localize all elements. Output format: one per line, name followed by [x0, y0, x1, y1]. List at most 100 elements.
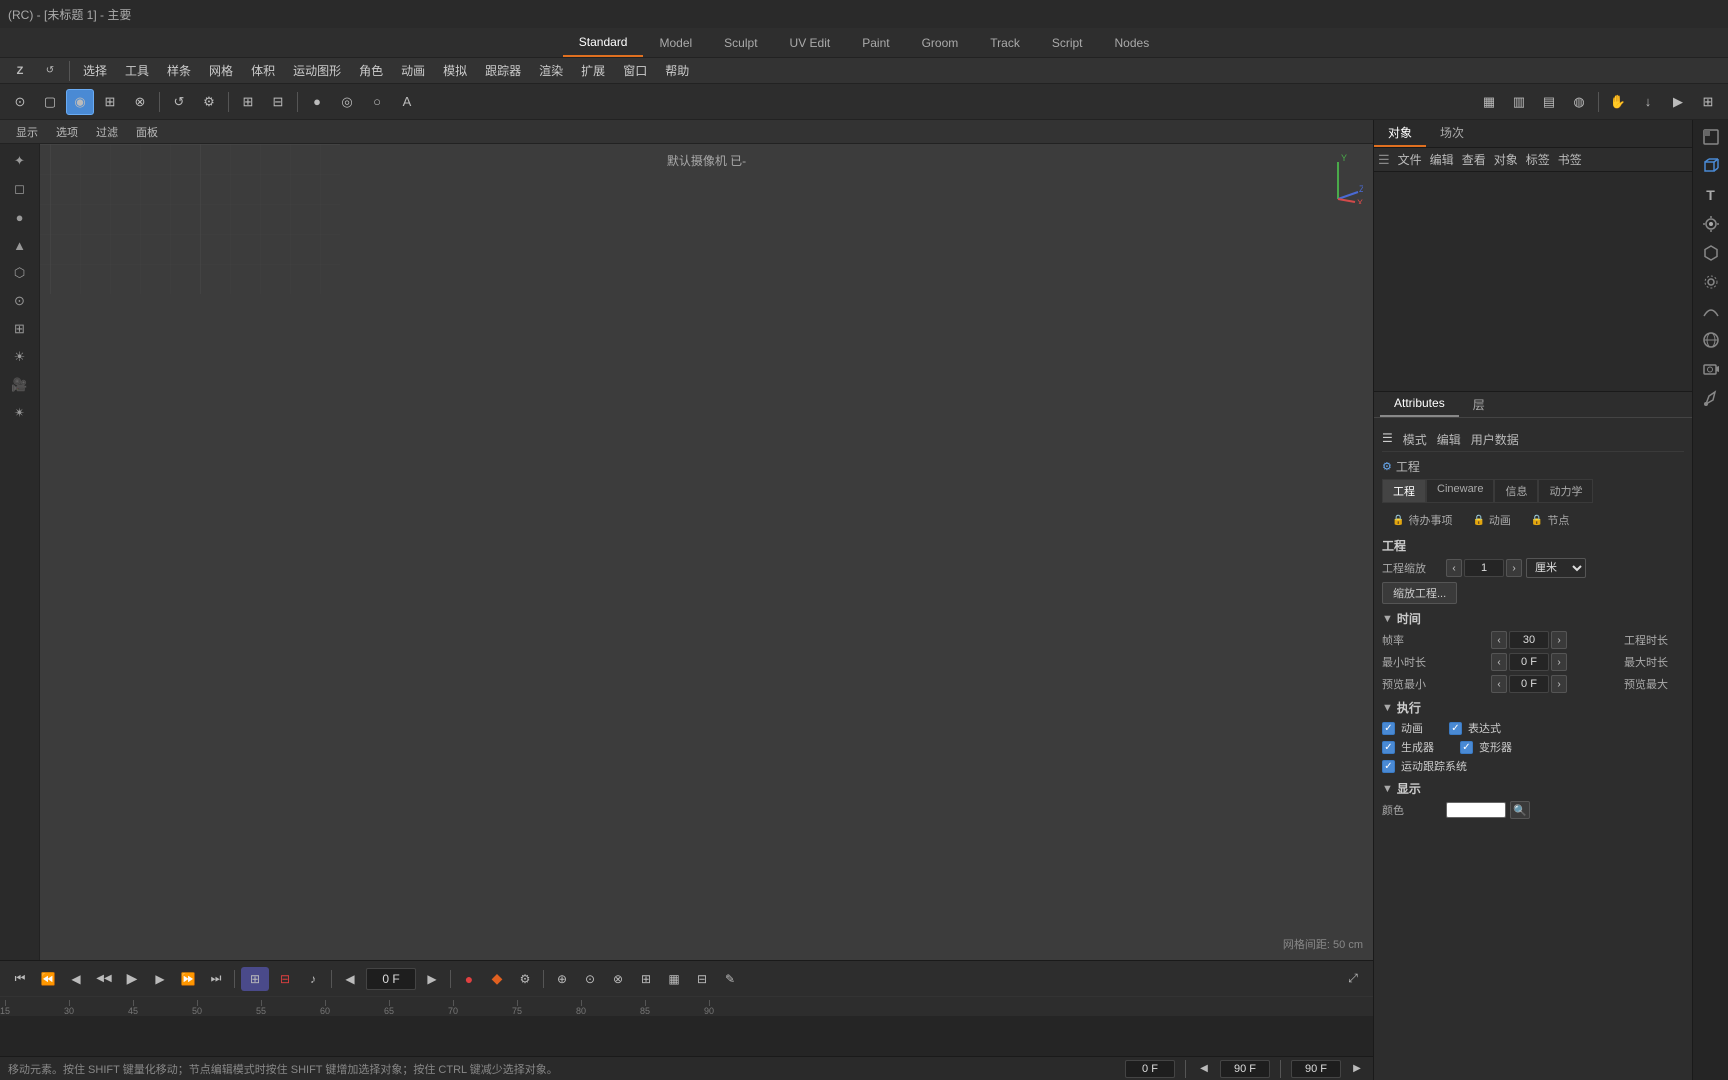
- left-icon-hex[interactable]: ⬡: [5, 260, 35, 286]
- left-icon-sun[interactable]: ☀: [5, 344, 35, 370]
- transport-btn7[interactable]: ⊗: [606, 967, 630, 991]
- tab-layer[interactable]: 层: [1459, 392, 1499, 417]
- tool-dot[interactable]: ●: [303, 89, 331, 115]
- strip-hex-icon[interactable]: [1698, 240, 1724, 266]
- menu-render[interactable]: 渲染: [531, 59, 571, 82]
- right-menu-file[interactable]: 文件: [1398, 151, 1422, 168]
- project-scale-value[interactable]: 1: [1464, 559, 1504, 577]
- left-icon-grid[interactable]: ⊞: [5, 316, 35, 342]
- menu-tracker[interactable]: 跟踪器: [477, 59, 529, 82]
- tab-script[interactable]: Script: [1036, 30, 1099, 56]
- tab-model[interactable]: Model: [643, 30, 708, 56]
- right-scrollable[interactable]: ☰ 模式 编辑 用户数据 ⚙ 工程 工程 Cineware 信息: [1374, 422, 1692, 1080]
- transport-frame-next-arrow[interactable]: ▶: [420, 967, 444, 991]
- viewport[interactable]: 默认摄像机 已- Y Z X: [40, 144, 1373, 960]
- frame-end-prev[interactable]: ◀: [1196, 1061, 1212, 1077]
- strip-light-icon[interactable]: [1698, 211, 1724, 237]
- transport-key1[interactable]: ●: [457, 967, 481, 991]
- frame-end-display[interactable]: 90 F: [1220, 1060, 1270, 1078]
- tool-circle[interactable]: ○: [363, 89, 391, 115]
- tool-scale2[interactable]: ⚙: [195, 89, 223, 115]
- transport-to-end[interactable]: ⏭: [204, 967, 228, 991]
- left-icon-select[interactable]: ✦: [5, 148, 35, 174]
- inner-tab-cineware[interactable]: Cineware: [1426, 479, 1494, 503]
- strip-curve-icon[interactable]: [1698, 298, 1724, 324]
- view-opt-panel[interactable]: 面板: [128, 122, 166, 142]
- menu-simulate[interactable]: 模拟: [435, 59, 475, 82]
- transport-edit[interactable]: ✎: [718, 967, 742, 991]
- tab-scene[interactable]: 场次: [1426, 120, 1478, 147]
- left-icon-light[interactable]: ⊙: [5, 288, 35, 314]
- color-eyedrop[interactable]: 🔍: [1510, 801, 1530, 819]
- left-icon-camera[interactable]: 🎥: [5, 372, 35, 398]
- toolbar-play[interactable]: ▶: [1664, 89, 1692, 115]
- tool-scale[interactable]: ⊗: [126, 89, 154, 115]
- transport-record-all[interactable]: ⊟: [273, 967, 297, 991]
- strip-camera-icon[interactable]: [1698, 356, 1724, 382]
- submenu-userdata[interactable]: 用户数据: [1471, 431, 1519, 448]
- toolbar-render1[interactable]: ▦: [1475, 89, 1503, 115]
- submenu-mode[interactable]: 模式: [1403, 431, 1427, 448]
- right-menu-tag[interactable]: 标签: [1526, 151, 1550, 168]
- tab-standard[interactable]: Standard: [563, 29, 644, 57]
- transport-to-start[interactable]: ⏮: [8, 967, 32, 991]
- left-icon-poly[interactable]: ▲: [5, 232, 35, 258]
- right-menu-view[interactable]: 查看: [1462, 151, 1486, 168]
- exec-generators-check[interactable]: [1382, 741, 1395, 754]
- project-scale-increment[interactable]: ›: [1506, 559, 1522, 577]
- transport-expand[interactable]: ⤢: [1341, 967, 1365, 991]
- inner-tab-info[interactable]: 信息: [1494, 479, 1538, 503]
- exec-motion-check[interactable]: [1382, 760, 1395, 773]
- transport-key2[interactable]: ◆: [485, 967, 509, 991]
- frame-end2-display[interactable]: 90 F: [1291, 1060, 1341, 1078]
- preview-min-value[interactable]: 0 F: [1509, 675, 1549, 693]
- right-menu-edit[interactable]: 编辑: [1430, 151, 1454, 168]
- fps-value[interactable]: 30: [1509, 631, 1549, 649]
- menu-tools[interactable]: 工具: [117, 59, 157, 82]
- color-swatch[interactable]: [1446, 802, 1506, 818]
- tool-move[interactable]: ⊞: [96, 89, 124, 115]
- right-menu-object[interactable]: 对象: [1494, 151, 1518, 168]
- menu-character[interactable]: 角色: [351, 59, 391, 82]
- project-scale-decrement[interactable]: ‹: [1446, 559, 1462, 577]
- tab-sculpt[interactable]: Sculpt: [708, 30, 773, 56]
- undo-btn[interactable]: Z: [6, 58, 34, 84]
- exec-expressions-check[interactable]: [1449, 722, 1462, 735]
- menu-window[interactable]: 窗口: [615, 59, 655, 82]
- menu-extend[interactable]: 扩展: [573, 59, 613, 82]
- tab-paint[interactable]: Paint: [846, 30, 905, 56]
- strip-text-icon[interactable]: T: [1698, 182, 1724, 208]
- transport-btn9[interactable]: ▦: [662, 967, 686, 991]
- transport-settings[interactable]: ⚙: [513, 967, 537, 991]
- strip-cube-icon[interactable]: [1698, 153, 1724, 179]
- project-scale-unit[interactable]: 厘米 米 毫米: [1526, 558, 1586, 578]
- tab-nodes[interactable]: Nodes: [1099, 30, 1166, 56]
- transport-next-key[interactable]: ⏩: [176, 967, 200, 991]
- menu-volume[interactable]: 体积: [243, 59, 283, 82]
- tool-text[interactable]: A: [393, 89, 421, 115]
- left-icon-circle[interactable]: ●: [5, 204, 35, 230]
- transport-prev-key[interactable]: ⏪: [36, 967, 60, 991]
- menu-help[interactable]: 帮助: [657, 59, 697, 82]
- fps-increment[interactable]: ›: [1551, 631, 1567, 649]
- transport-btn6[interactable]: ⊙: [578, 967, 602, 991]
- tab-track[interactable]: Track: [974, 30, 1036, 56]
- transport-record-sel[interactable]: ⊞: [241, 967, 269, 991]
- min-time-value[interactable]: 0 F: [1509, 653, 1549, 671]
- toolbar-layout[interactable]: ⊞: [1694, 89, 1722, 115]
- toolbar-down[interactable]: ↓: [1634, 89, 1662, 115]
- transport-play-reverse[interactable]: ◀◀: [92, 967, 116, 991]
- tab-uvedit[interactable]: UV Edit: [774, 30, 847, 56]
- frame-end-next[interactable]: ▶: [1349, 1061, 1365, 1077]
- sub2-tab-anim[interactable]: 🔒 动画: [1462, 509, 1520, 531]
- frame-start-display[interactable]: 0 F: [1125, 1060, 1175, 1078]
- toolbar-hand[interactable]: ✋: [1604, 89, 1632, 115]
- min-time-decrement[interactable]: ‹: [1491, 653, 1507, 671]
- menu-select[interactable]: 选择: [75, 59, 115, 82]
- transport-next-frame[interactable]: ▶: [148, 967, 172, 991]
- view-opt-display[interactable]: 显示: [8, 122, 46, 142]
- toolbar-render3[interactable]: ▤: [1535, 89, 1563, 115]
- tool-select-circle[interactable]: ⊙: [6, 89, 34, 115]
- min-time-increment[interactable]: ›: [1551, 653, 1567, 671]
- exec-deformers-check[interactable]: [1460, 741, 1473, 754]
